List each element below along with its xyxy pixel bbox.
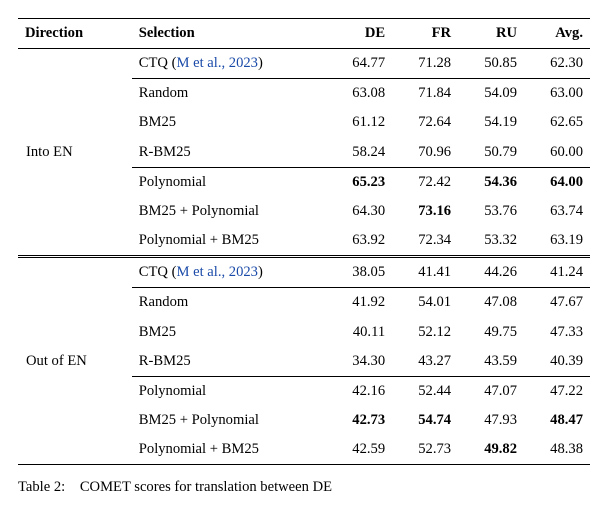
cell-value: 42.59 — [326, 435, 392, 465]
cell-value: 40.11 — [326, 318, 392, 347]
cell-value: 71.84 — [392, 79, 458, 109]
header-row: Direction Selection DE FR RU Avg. — [18, 19, 590, 49]
citation-link[interactable]: M et al., 2023 — [176, 264, 257, 280]
cell-value: 52.73 — [392, 435, 458, 465]
cell-value: 43.27 — [392, 347, 458, 377]
col-ru: RU — [458, 19, 524, 49]
cell-value: 38.05 — [326, 257, 392, 288]
direction-cell: Out of EN — [18, 257, 132, 465]
selection-cell: CTQ (M et al., 2023) — [132, 49, 326, 79]
cell-value: 52.44 — [392, 376, 458, 406]
cell-value: 63.08 — [326, 79, 392, 109]
cell-value: 72.42 — [392, 167, 458, 197]
cell-value: 54.01 — [392, 288, 458, 318]
caption-label: Table 2: — [18, 479, 65, 495]
results-table: Direction Selection DE FR RU Avg. Into E… — [18, 18, 590, 465]
selection-cell: R-BM25 — [132, 138, 326, 168]
selection-cell: CTQ (M et al., 2023) — [132, 257, 326, 288]
selection-cell: Polynomial + BM25 — [132, 435, 326, 465]
cell-value: 72.64 — [392, 108, 458, 137]
cell-value: 49.82 — [458, 435, 524, 465]
cell-value: 50.85 — [458, 49, 524, 79]
direction-cell: Into EN — [18, 49, 132, 257]
cell-value: 60.00 — [524, 138, 590, 168]
selection-cell: R-BM25 — [132, 347, 326, 377]
cell-value: 53.76 — [458, 197, 524, 226]
cell-value: 47.22 — [524, 376, 590, 406]
cell-value: 54.36 — [458, 167, 524, 197]
cell-value: 34.30 — [326, 347, 392, 377]
cell-value: 47.07 — [458, 376, 524, 406]
col-de: DE — [326, 19, 392, 49]
selection-cell: Random — [132, 79, 326, 109]
cell-value: 47.08 — [458, 288, 524, 318]
cell-value: 47.67 — [524, 288, 590, 318]
cell-value: 72.34 — [392, 226, 458, 257]
cell-value: 44.26 — [458, 257, 524, 288]
table-row: Into ENCTQ (M et al., 2023)64.7771.2850.… — [18, 49, 590, 79]
cell-value: 62.30 — [524, 49, 590, 79]
cell-value: 62.65 — [524, 108, 590, 137]
cell-value: 63.92 — [326, 226, 392, 257]
cell-value: 47.93 — [458, 406, 524, 435]
cell-value: 58.24 — [326, 138, 392, 168]
cell-value: 53.32 — [458, 226, 524, 257]
citation-link[interactable]: M et al., 2023 — [176, 55, 257, 71]
cell-value: 42.16 — [326, 376, 392, 406]
cell-value: 63.74 — [524, 197, 590, 226]
cell-value: 52.12 — [392, 318, 458, 347]
cell-value: 61.12 — [326, 108, 392, 137]
selection-cell: BM25 — [132, 318, 326, 347]
cell-value: 48.47 — [524, 406, 590, 435]
cell-value: 42.73 — [326, 406, 392, 435]
cell-value: 43.59 — [458, 347, 524, 377]
cell-value: 48.38 — [524, 435, 590, 465]
caption-text: COMET scores for translation between DE — [80, 479, 332, 495]
table-row: Out of ENCTQ (M et al., 2023)38.0541.414… — [18, 257, 590, 288]
cell-value: 41.41 — [392, 257, 458, 288]
cell-value: 54.74 — [392, 406, 458, 435]
cell-value: 40.39 — [524, 347, 590, 377]
cell-value: 64.77 — [326, 49, 392, 79]
col-selection: Selection — [132, 19, 326, 49]
col-fr: FR — [392, 19, 458, 49]
cell-value: 63.00 — [524, 79, 590, 109]
cell-value: 64.30 — [326, 197, 392, 226]
selection-cell: Random — [132, 288, 326, 318]
selection-cell: Polynomial — [132, 376, 326, 406]
cell-value: 41.24 — [524, 257, 590, 288]
col-avg: Avg. — [524, 19, 590, 49]
cell-value: 47.33 — [524, 318, 590, 347]
cell-value: 63.19 — [524, 226, 590, 257]
selection-cell: BM25 + Polynomial — [132, 406, 326, 435]
cell-value: 49.75 — [458, 318, 524, 347]
selection-cell: BM25 — [132, 108, 326, 137]
col-direction: Direction — [18, 19, 132, 49]
cell-value: 64.00 — [524, 167, 590, 197]
selection-cell: BM25 + Polynomial — [132, 197, 326, 226]
selection-cell: Polynomial — [132, 167, 326, 197]
table-caption: Table 2: COMET scores for translation be… — [18, 479, 590, 496]
cell-value: 54.09 — [458, 79, 524, 109]
cell-value: 50.79 — [458, 138, 524, 168]
selection-cell: Polynomial + BM25 — [132, 226, 326, 257]
cell-value: 65.23 — [326, 167, 392, 197]
cell-value: 41.92 — [326, 288, 392, 318]
cell-value: 54.19 — [458, 108, 524, 137]
cell-value: 73.16 — [392, 197, 458, 226]
cell-value: 70.96 — [392, 138, 458, 168]
cell-value: 71.28 — [392, 49, 458, 79]
